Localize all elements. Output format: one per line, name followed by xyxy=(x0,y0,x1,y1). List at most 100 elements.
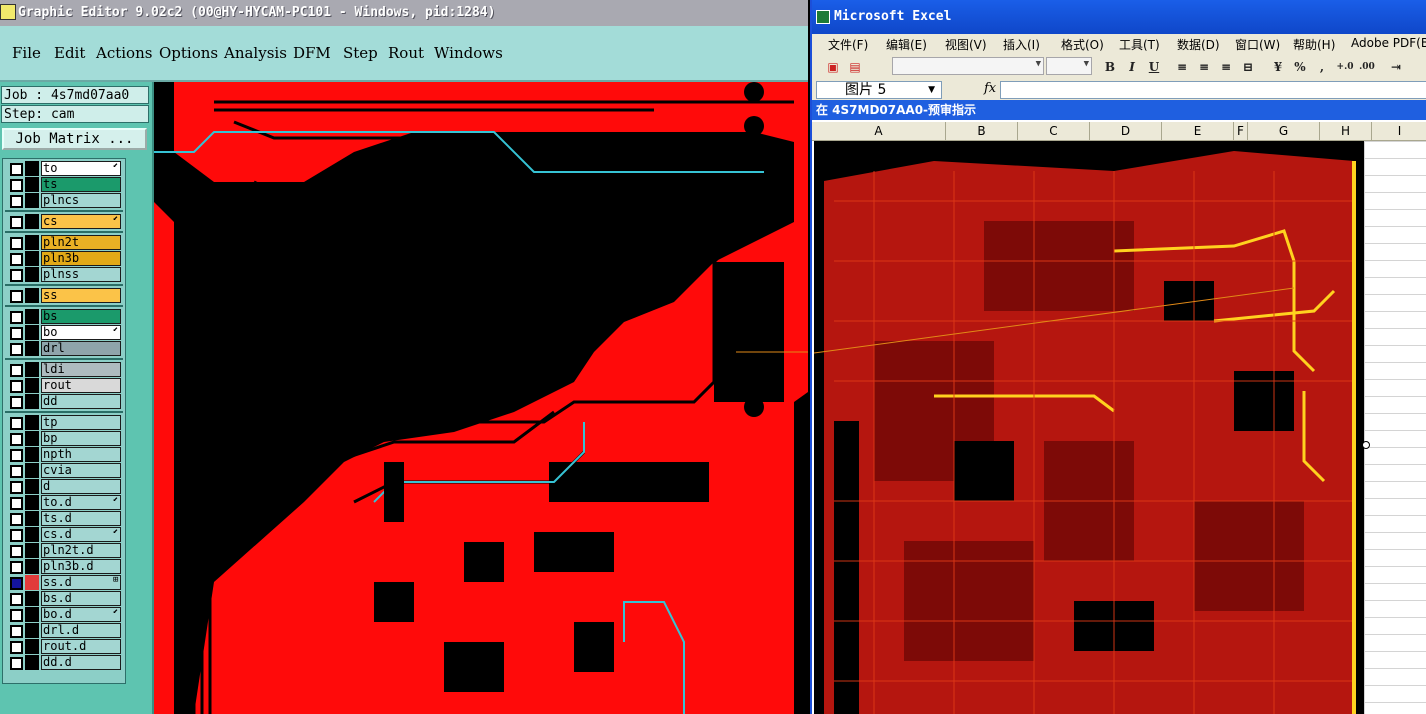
layer-checkbox[interactable] xyxy=(10,625,23,638)
layer-checkbox[interactable] xyxy=(10,593,23,606)
layer-name[interactable]: pln2t.d xyxy=(41,543,121,558)
layer-name[interactable]: drl.d xyxy=(41,623,121,638)
layer-checkbox[interactable] xyxy=(10,609,23,622)
layer-name[interactable]: ts xyxy=(41,177,121,192)
align-left-icon[interactable]: ≡ xyxy=(1174,59,1190,75)
layer-name[interactable]: to xyxy=(41,161,121,176)
layer-color-cell[interactable] xyxy=(25,559,39,574)
layer-checkbox[interactable] xyxy=(10,290,23,303)
indent-icon[interactable]: ⇥ xyxy=(1388,59,1404,75)
layer-checkbox[interactable] xyxy=(10,396,23,409)
layer-name[interactable]: bo.d xyxy=(41,607,121,622)
layer-row-cvia[interactable]: cvia xyxy=(5,463,122,478)
layer-row-to-d[interactable]: to.d ⬋ xyxy=(5,495,122,510)
layer-color-cell[interactable] xyxy=(25,447,39,462)
layer-row-bs[interactable]: bs xyxy=(5,309,122,324)
column-header-b[interactable]: B xyxy=(946,122,1018,140)
menu-actions[interactable]: Actions xyxy=(96,44,152,62)
layer-name[interactable]: rout.d xyxy=(41,639,121,654)
layer-color-cell[interactable] xyxy=(25,214,39,229)
layer-color-cell[interactable] xyxy=(25,591,39,606)
font-size-combo[interactable]: ▼ xyxy=(1046,57,1092,75)
align-center-icon[interactable]: ≡ xyxy=(1196,59,1212,75)
layer-row-dd[interactable]: dd xyxy=(5,394,122,409)
layer-checkbox[interactable] xyxy=(10,465,23,478)
percent-button[interactable]: % xyxy=(1292,59,1308,75)
layer-row-bs-d[interactable]: bs.d xyxy=(5,591,122,606)
layer-color-cell[interactable] xyxy=(25,639,39,654)
layer-checkbox[interactable] xyxy=(10,195,23,208)
layer-checkbox[interactable] xyxy=(10,433,23,446)
layer-color-cell[interactable] xyxy=(25,161,39,176)
layer-row-pln3b[interactable]: pln3b xyxy=(5,251,122,266)
layer-color-cell[interactable] xyxy=(25,511,39,526)
layer-checkbox[interactable] xyxy=(10,163,23,176)
layer-row-cs[interactable]: cs ⬋ xyxy=(5,214,122,229)
layer-color-cell[interactable] xyxy=(25,431,39,446)
layer-row-npth[interactable]: npth xyxy=(5,447,122,462)
menu-step[interactable]: Step xyxy=(343,44,378,62)
column-header-g[interactable]: G xyxy=(1248,122,1320,140)
layer-checkbox[interactable] xyxy=(10,216,23,229)
align-right-icon[interactable]: ≡ xyxy=(1218,59,1234,75)
fx-label[interactable]: fx xyxy=(984,81,996,96)
xl-menu-tools[interactable]: 工具(T) xyxy=(1119,36,1160,53)
layer-color-cell[interactable] xyxy=(25,378,39,393)
layer-color-cell[interactable] xyxy=(25,463,39,478)
layer-checkbox[interactable] xyxy=(10,237,23,250)
layer-name[interactable]: bp xyxy=(41,431,121,446)
layer-color-cell[interactable] xyxy=(25,251,39,266)
layer-name[interactable]: dd.d xyxy=(41,655,121,670)
column-header-c[interactable]: C xyxy=(1018,122,1090,140)
layer-row-plnss[interactable]: plnss xyxy=(5,267,122,282)
column-header-d[interactable]: D xyxy=(1090,122,1162,140)
layer-color-cell[interactable] xyxy=(25,655,39,670)
layer-name[interactable]: rout xyxy=(41,378,121,393)
layer-row-rout[interactable]: rout xyxy=(5,378,122,393)
layer-row-ss[interactable]: ss xyxy=(5,288,122,303)
layer-color-cell[interactable] xyxy=(25,479,39,494)
layer-checkbox[interactable] xyxy=(10,269,23,282)
layer-color-cell[interactable] xyxy=(25,607,39,622)
xl-menu-insert[interactable]: 插入(I) xyxy=(1003,36,1040,53)
xl-menu-view[interactable]: 视图(V) xyxy=(945,36,987,53)
layer-name[interactable]: cs.d xyxy=(41,527,121,542)
underline-button[interactable]: U xyxy=(1146,59,1162,75)
layer-row-dd-d[interactable]: dd.d xyxy=(5,655,122,670)
xl-menu-data[interactable]: 数据(D) xyxy=(1177,36,1220,53)
layer-checkbox[interactable] xyxy=(10,545,23,558)
layer-name[interactable]: dd xyxy=(41,394,121,409)
layer-name[interactable]: npth xyxy=(41,447,121,462)
font-name-combo[interactable]: ▼ xyxy=(892,57,1044,75)
layer-color-cell[interactable] xyxy=(25,495,39,510)
layer-color-cell[interactable] xyxy=(25,325,39,340)
layer-checkbox[interactable] xyxy=(10,481,23,494)
layer-name[interactable]: bs xyxy=(41,309,121,324)
layer-checkbox[interactable] xyxy=(10,343,23,356)
decrease-decimal-icon[interactable]: .00 xyxy=(1358,59,1376,75)
layer-name[interactable]: ts.d xyxy=(41,511,121,526)
column-header-h[interactable]: H xyxy=(1320,122,1372,140)
name-box-dropdown-icon[interactable]: ▼ xyxy=(928,82,935,98)
menu-dfm[interactable]: DFM xyxy=(293,44,331,62)
image-resize-handle[interactable] xyxy=(1362,441,1370,449)
layer-checkbox[interactable] xyxy=(10,529,23,542)
layer-checkbox[interactable] xyxy=(10,513,23,526)
layer-checkbox[interactable] xyxy=(10,449,23,462)
layer-name[interactable]: cs xyxy=(41,214,121,229)
layer-name[interactable]: d xyxy=(41,479,121,494)
layer-color-cell[interactable] xyxy=(25,235,39,250)
layer-row-pln2t[interactable]: pln2t xyxy=(5,235,122,250)
layer-checkbox[interactable] xyxy=(10,364,23,377)
increase-decimal-icon[interactable]: +.0 xyxy=(1336,59,1354,75)
xl-menu-edit[interactable]: 编辑(E) xyxy=(886,36,927,53)
layer-color-cell[interactable] xyxy=(25,309,39,324)
layer-color-cell[interactable] xyxy=(25,623,39,638)
layer-row-bo-d[interactable]: bo.d ⬋ xyxy=(5,607,122,622)
layer-color-cell[interactable] xyxy=(25,543,39,558)
cell-grid[interactable] xyxy=(1364,141,1426,714)
layer-name[interactable]: bs.d xyxy=(41,591,121,606)
bold-button[interactable]: B xyxy=(1102,59,1118,75)
layer-color-cell[interactable] xyxy=(25,415,39,430)
column-header-f[interactable]: F xyxy=(1234,122,1248,140)
